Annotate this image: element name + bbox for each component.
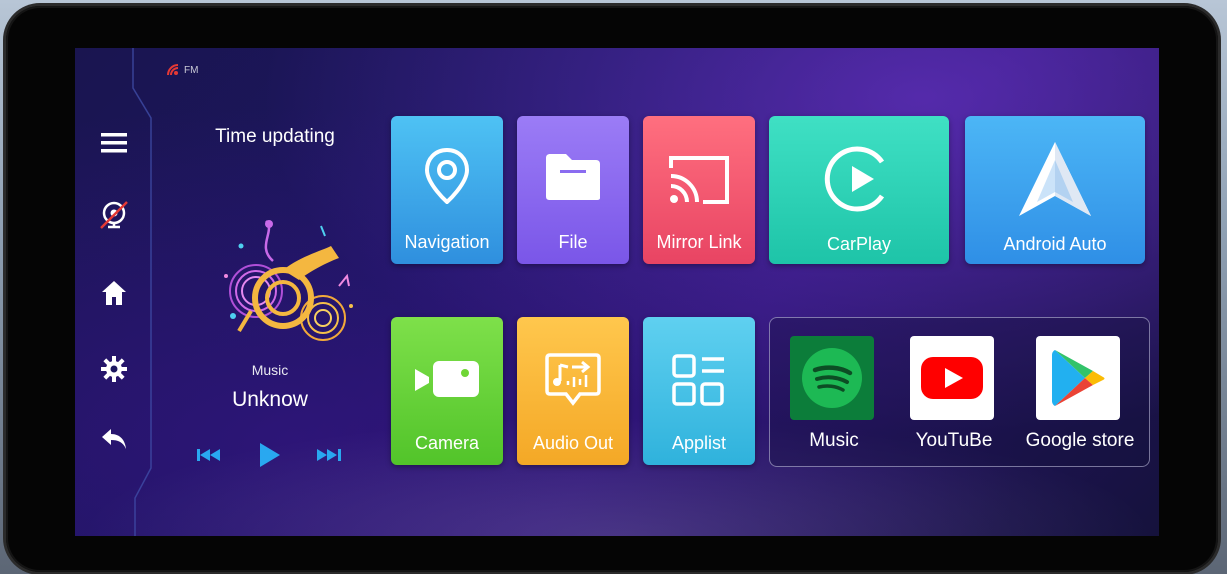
- menu-button[interactable]: [97, 126, 131, 160]
- spotify-tile: [790, 336, 874, 420]
- youtube-tile: [910, 336, 994, 420]
- radio-signal-icon: [167, 64, 179, 76]
- tile-applist[interactable]: Applist: [643, 317, 755, 465]
- location-pin-icon: [425, 148, 469, 204]
- tile-file-label: File: [558, 232, 588, 252]
- youtube-icon: [921, 357, 983, 399]
- home-button[interactable]: [97, 276, 131, 310]
- track-title: Unknow: [232, 388, 308, 411]
- folder-icon: [546, 154, 600, 200]
- status-bar: FM: [167, 64, 198, 76]
- pinned-apps-panel: Music YouTuBe Google store: [769, 317, 1150, 467]
- tile-navigation[interactable]: Navigation: [391, 116, 503, 264]
- tile-android-auto-label: Android Auto: [1003, 234, 1107, 254]
- app-youtube[interactable]: YouTuBe: [894, 336, 1004, 456]
- play-button[interactable]: [255, 440, 285, 470]
- no-signal-icon: [100, 201, 128, 229]
- music-widget[interactable]: Time updating Music Unknow: [175, 108, 375, 488]
- android-auto-icon: [1019, 142, 1091, 216]
- tile-android-auto[interactable]: Android Auto: [965, 116, 1145, 264]
- french-horn-icon: [224, 220, 353, 341]
- next-icon: [317, 449, 341, 461]
- music-source-label: Music: [251, 362, 289, 378]
- tile-audio-out-label: Audio Out: [532, 433, 614, 453]
- audio-out-icon: [545, 353, 601, 406]
- signal-status-button[interactable]: [97, 198, 131, 232]
- menu-icon: [101, 133, 127, 153]
- tile-mirror-link[interactable]: Mirror Link: [643, 116, 755, 264]
- tile-navigation-label: Navigation: [404, 232, 490, 252]
- spotify-icon: [802, 348, 862, 408]
- play-icon: [260, 443, 280, 467]
- previous-icon: [197, 449, 220, 461]
- back-arrow-icon: [102, 429, 126, 449]
- video-camera-icon: [415, 361, 479, 397]
- tile-carplay[interactable]: CarPlay: [769, 116, 949, 264]
- radio-label: FM: [184, 64, 199, 76]
- next-button[interactable]: [315, 440, 345, 470]
- app-music[interactable]: Music: [774, 336, 884, 456]
- head-unit-screen: FM Time updating Music Unknow Navigation…: [75, 48, 1159, 536]
- playback-controls: [195, 440, 345, 470]
- gear-icon: [101, 356, 127, 382]
- app-google-store[interactable]: Google store: [1020, 336, 1134, 456]
- tile-mirror-link-label: Mirror Link: [656, 232, 742, 252]
- google-play-tile: [1036, 336, 1120, 420]
- home-icon: [102, 281, 126, 305]
- clock-text: Time updating: [215, 126, 335, 147]
- app-youtube-label: YouTuBe: [915, 430, 993, 451]
- tile-camera-label: Camera: [414, 433, 480, 453]
- tile-carplay-label: CarPlay: [826, 234, 892, 254]
- tile-audio-out[interactable]: Audio Out: [517, 317, 629, 465]
- cast-icon: [669, 156, 729, 204]
- app-google-store-label: Google store: [1025, 430, 1135, 451]
- sidebar: [75, 48, 153, 536]
- tile-file[interactable]: File: [517, 116, 629, 264]
- app-music-label: Music: [809, 430, 859, 451]
- tile-camera[interactable]: Camera: [391, 317, 503, 465]
- app-grid-icon: [672, 354, 724, 406]
- previous-button[interactable]: [195, 440, 225, 470]
- back-button[interactable]: [97, 422, 131, 456]
- google-play-icon: [1052, 350, 1105, 406]
- carplay-icon: [824, 146, 885, 212]
- tile-applist-label: Applist: [671, 433, 727, 453]
- settings-button[interactable]: [97, 352, 131, 386]
